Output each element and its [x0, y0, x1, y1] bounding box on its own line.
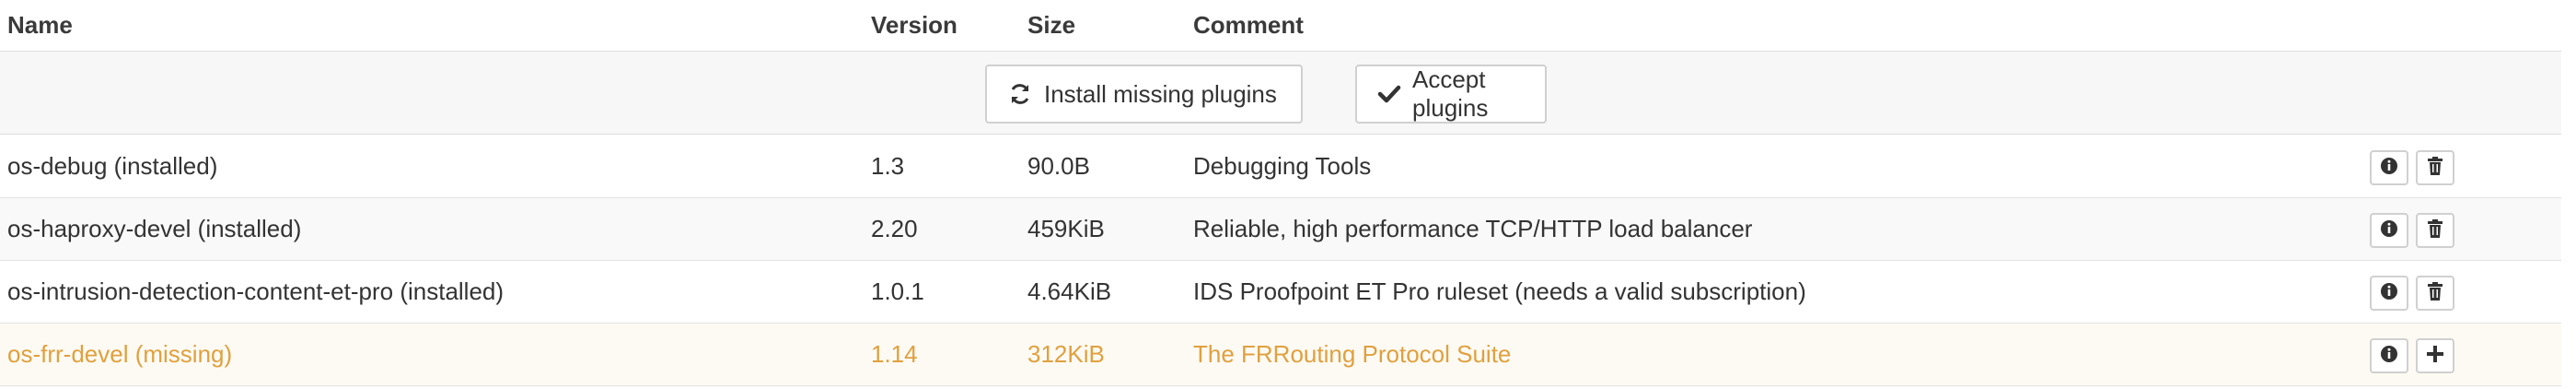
- plugin-version: 1.14: [871, 340, 918, 368]
- info-button[interactable]: [2370, 213, 2408, 248]
- install-missing-plugins-label: Install missing plugins: [1044, 79, 1277, 108]
- header-name[interactable]: Name: [7, 11, 73, 40]
- plugin-name: os-debug (installed): [7, 152, 218, 180]
- info-button[interactable]: [2370, 150, 2408, 185]
- table-row: os-debug (installed) 1.3 90.0B Debugging…: [0, 136, 2561, 198]
- plugin-name: os-haproxy-devel (installed): [7, 215, 302, 242]
- plus-icon: [2426, 343, 2444, 370]
- table-row: os-intrusion-detection-content-et-pro (i…: [0, 261, 2561, 324]
- plugin-size: 90.0B: [1027, 152, 1090, 180]
- accept-plugins-label: Accept plugins: [1412, 65, 1489, 122]
- plugin-size: 459KiB: [1027, 215, 1105, 242]
- info-icon: [2380, 155, 2398, 182]
- info-icon: [2380, 218, 2398, 244]
- plugin-size: 4.64KiB: [1027, 277, 1112, 305]
- trash-icon: [2427, 155, 2443, 182]
- table-row: os-haproxy-devel (installed) 2.20 459KiB…: [0, 198, 2561, 261]
- refresh-icon: [1007, 81, 1033, 107]
- plugins-table: Name Version Size Comment Install missin…: [0, 0, 2576, 389]
- table-row: os-frr-devel (missing) 1.14 312KiB The F…: [0, 324, 2561, 386]
- info-button[interactable]: [2370, 276, 2408, 311]
- info-icon: [2380, 280, 2398, 307]
- header-version[interactable]: Version: [871, 11, 957, 40]
- plugin-comment: The FRRouting Protocol Suite: [1193, 340, 1512, 368]
- plugin-name: os-frr-devel (missing): [7, 340, 233, 368]
- plugin-name: os-intrusion-detection-content-et-pro (i…: [7, 277, 505, 305]
- header-size[interactable]: Size: [1027, 11, 1075, 40]
- remove-button[interactable]: [2416, 150, 2454, 185]
- table-header: Name Version Size Comment: [0, 0, 2561, 52]
- plugin-version: 1.3: [871, 152, 905, 180]
- plugin-version: 2.20: [871, 215, 918, 242]
- remove-button[interactable]: [2416, 213, 2454, 248]
- plugin-comment: Debugging Tools: [1193, 152, 1372, 180]
- remove-button[interactable]: [2416, 276, 2454, 311]
- header-comment[interactable]: Comment: [1193, 11, 1304, 40]
- install-missing-plugins-button[interactable]: Install missing plugins: [985, 65, 1303, 124]
- info-icon: [2380, 343, 2398, 370]
- plugin-size: 312KiB: [1027, 340, 1105, 368]
- trash-icon: [2427, 218, 2443, 244]
- accept-plugins-button[interactable]: Accept plugins: [1355, 65, 1547, 124]
- check-icon: [1377, 81, 1401, 107]
- actions-row: Install missing plugins Accept plugins: [0, 52, 2561, 135]
- info-button[interactable]: [2370, 338, 2408, 373]
- trash-icon: [2427, 280, 2443, 307]
- plugin-version: 1.0.1: [871, 277, 924, 305]
- install-button[interactable]: [2416, 338, 2454, 373]
- plugin-comment: Reliable, high performance TCP/HTTP load…: [1193, 215, 1753, 242]
- plugin-comment: IDS Proofpoint ET Pro ruleset (needs a v…: [1193, 277, 1806, 305]
